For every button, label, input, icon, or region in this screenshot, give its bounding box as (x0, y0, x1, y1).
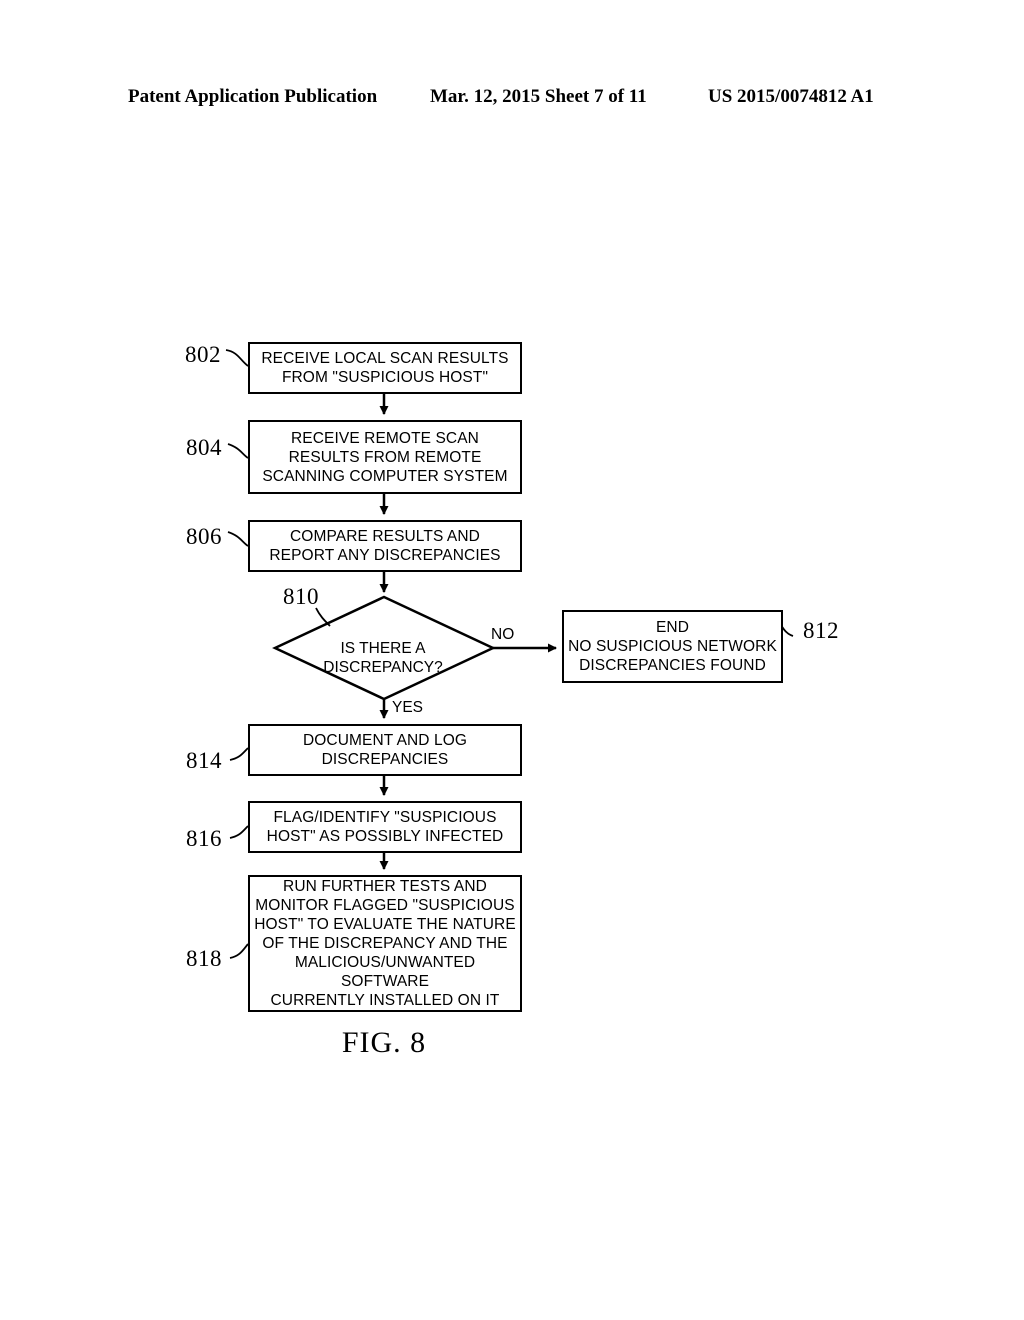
ref-numeral-804: 804 (186, 435, 222, 460)
ref-numeral-810: 810 (283, 584, 319, 609)
ref-numeral-816: 816 (186, 826, 222, 851)
flow-node-816-label: FLAG/IDENTIFY "SUSPICIOUS HOST" AS POSSI… (266, 809, 504, 845)
flow-node-812-label: END NO SUSPICIOUS NETWORK DISCREPANCIES … (568, 619, 777, 674)
flow-node-818-label: RUN FURTHER TESTS AND MONITOR FLAGGED "S… (254, 878, 516, 1009)
ref-numeral-806: 806 (186, 524, 222, 549)
flow-node-804[interactable]: RECEIVE REMOTE SCAN RESULTS FROM REMOTE … (248, 420, 522, 494)
ref-numeral-818: 818 (186, 946, 222, 971)
figure-caption: FIG. 8 (341, 1026, 427, 1059)
flow-node-816[interactable]: FLAG/IDENTIFY "SUSPICIOUS HOST" AS POSSI… (248, 801, 522, 853)
flow-node-814[interactable]: DOCUMENT AND LOG DISCREPANCIES (248, 724, 522, 776)
flow-node-804-label: RECEIVE REMOTE SCAN RESULTS FROM REMOTE … (262, 429, 508, 485)
flowchart-figure-8: RECEIVE LOCAL SCAN RESULTS FROM "SUSPICI… (0, 0, 1024, 1320)
ref-numeral-814: 814 (186, 748, 222, 773)
flow-node-818[interactable]: RUN FURTHER TESTS AND MONITOR FLAGGED "S… (248, 875, 522, 1012)
branch-label-yes: YES (392, 699, 424, 716)
flow-node-802-label: RECEIVE LOCAL SCAN RESULTS FROM "SUSPICI… (261, 350, 509, 386)
flow-node-814-label: DOCUMENT AND LOG DISCREPANCIES (302, 732, 468, 768)
flow-node-806-label: COMPARE RESULTS AND REPORT ANY DISCREPAN… (269, 528, 501, 564)
flowchart-connectors (225, 349, 794, 959)
branch-label-no: NO (491, 626, 515, 643)
flow-node-802[interactable]: RECEIVE LOCAL SCAN RESULTS FROM "SUSPICI… (248, 342, 522, 394)
flow-node-806[interactable]: COMPARE RESULTS AND REPORT ANY DISCREPAN… (248, 520, 522, 572)
ref-numeral-812: 812 (803, 618, 839, 643)
flow-node-810[interactable]: IS THERE A DISCREPANCY? (272, 620, 494, 677)
ref-numeral-802: 802 (185, 342, 221, 367)
flow-node-812[interactable]: END NO SUSPICIOUS NETWORK DISCREPANCIES … (562, 610, 783, 683)
flow-node-810-label: IS THERE A DISCREPANCY? (323, 640, 443, 676)
